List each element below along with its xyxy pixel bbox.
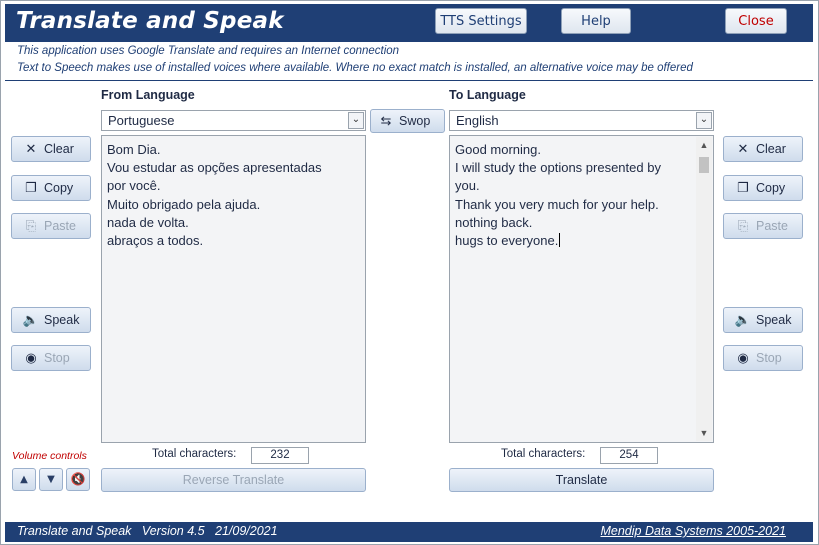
- reverse-translate-label: Reverse Translate: [182, 473, 285, 487]
- to-language-select[interactable]: English ⌄: [449, 110, 714, 131]
- clear-x-icon: ✕: [737, 141, 749, 156]
- source-text-line: por você.: [107, 178, 161, 194]
- from-stop-button[interactable]: ◉ Stop: [11, 345, 91, 371]
- to-stop-button[interactable]: ◉ Stop: [723, 345, 803, 371]
- app-window: Translate and Speak TTS Settings Help Cl…: [0, 0, 819, 545]
- chevron-down-icon[interactable]: ⌄: [348, 112, 364, 129]
- scroll-up-icon[interactable]: ▲: [696, 137, 712, 153]
- swop-button[interactable]: ⇆ Swop: [370, 109, 445, 133]
- to-copy-label: Copy: [756, 181, 786, 195]
- copy-icon: ❐: [737, 180, 749, 195]
- volume-down-icon[interactable]: ▼: [39, 468, 63, 491]
- source-text-line: Muito obrigado pela ajuda.: [107, 196, 261, 212]
- translated-scrollbar[interactable]: ▲ ▼: [696, 137, 712, 441]
- app-title: Translate and Speak: [16, 8, 284, 34]
- source-text-line: abraços a todos.: [107, 233, 204, 249]
- source-text-area[interactable]: Bom Dia. Vou estudar as opções apresenta…: [101, 135, 366, 443]
- translated-text-area[interactable]: Good morning. I will study the options p…: [449, 135, 714, 443]
- from-speak-button[interactable]: 🔈 Speak: [11, 307, 91, 333]
- volume-controls-label: Volume controls: [12, 450, 87, 462]
- from-language-label: From Language: [101, 88, 195, 102]
- translated-text-line: I will study the options presented by: [455, 160, 661, 176]
- scroll-down-icon[interactable]: ▼: [696, 425, 712, 441]
- from-copy-label: Copy: [44, 181, 74, 195]
- copy-icon: ❐: [25, 180, 37, 195]
- company-link[interactable]: Mendip Data Systems 2005-2021: [600, 524, 786, 538]
- to-clear-label: Clear: [756, 142, 786, 156]
- translated-text-line: Good morning.: [455, 142, 541, 157]
- from-count-label: Total characters:: [152, 448, 237, 460]
- scroll-thumb[interactable]: [699, 157, 709, 173]
- stop-icon: ◉: [737, 350, 749, 365]
- translated-text-last: hugs to everyone.: [455, 233, 559, 249]
- tts-settings-button[interactable]: TTS Settings: [435, 8, 527, 34]
- from-clear-label: Clear: [44, 142, 74, 156]
- translate-label: Translate: [555, 473, 608, 487]
- text-caret: [559, 233, 561, 248]
- header-divider: [5, 80, 813, 81]
- clear-x-icon: ✕: [25, 141, 37, 156]
- from-copy-button[interactable]: ❐ Copy: [11, 175, 91, 201]
- speaker-icon: 🔈: [734, 312, 752, 327]
- close-button[interactable]: Close: [725, 8, 787, 34]
- version-info: Translate and Speak Version 4.5 21/09/20…: [17, 524, 278, 538]
- from-count-value: 232: [251, 447, 309, 464]
- speaker-icon: 🔈: [22, 312, 40, 327]
- translate-button[interactable]: Translate: [449, 468, 714, 492]
- to-language-label: To Language: [449, 88, 526, 102]
- translated-text-line: nothing back.: [455, 214, 533, 230]
- from-paste-button[interactable]: ⎘ Paste: [11, 213, 91, 239]
- mute-icon[interactable]: 🔇: [66, 468, 90, 491]
- from-language-value: Portuguese: [108, 113, 175, 128]
- paste-icon: ⎘: [737, 218, 749, 233]
- source-text-line: Bom Dia.: [107, 142, 161, 157]
- translated-text-line: Thank you very much for your help.: [455, 196, 659, 212]
- translated-text-line: you.: [455, 178, 480, 194]
- from-language-select[interactable]: Portuguese ⌄: [101, 110, 366, 131]
- to-copy-button[interactable]: ❐ Copy: [723, 175, 803, 201]
- reverse-translate-button[interactable]: Reverse Translate: [101, 468, 366, 492]
- from-paste-label: Paste: [44, 219, 76, 233]
- help-button[interactable]: Help: [561, 8, 631, 34]
- to-count-value: 254: [600, 447, 658, 464]
- stop-icon: ◉: [25, 350, 37, 365]
- footer-bar: Translate and Speak Version 4.5 21/09/20…: [5, 522, 813, 542]
- translated-text-line: hugs to everyone.: [455, 232, 708, 250]
- source-text-line: Vou estudar as opções apresentadas: [107, 160, 322, 176]
- source-text-line: nada de volta.: [107, 214, 189, 230]
- to-clear-button[interactable]: ✕ Clear: [723, 136, 803, 162]
- to-language-value: English: [456, 113, 499, 128]
- to-speak-button[interactable]: 🔈 Speak: [723, 307, 803, 333]
- to-paste-button[interactable]: ⎘ Paste: [723, 213, 803, 239]
- to-count-label: Total characters:: [501, 448, 586, 460]
- to-speak-label: Speak: [756, 313, 792, 327]
- from-speak-label: Speak: [44, 313, 80, 327]
- title-bar: Translate and Speak TTS Settings Help Cl…: [5, 4, 813, 42]
- from-stop-label: Stop: [44, 351, 70, 365]
- swop-label: Swop: [399, 114, 431, 128]
- info-tts: Text to Speech makes use of installed vo…: [17, 62, 693, 74]
- paste-icon: ⎘: [25, 218, 37, 233]
- to-paste-label: Paste: [756, 219, 788, 233]
- info-internet: This application uses Google Translate a…: [17, 45, 400, 57]
- volume-up-icon[interactable]: ▲: [12, 468, 36, 491]
- chevron-down-icon[interactable]: ⌄: [696, 112, 712, 129]
- from-clear-button[interactable]: ✕ Clear: [11, 136, 91, 162]
- to-stop-label: Stop: [756, 351, 782, 365]
- swap-arrows-icon: ⇆: [380, 113, 392, 128]
